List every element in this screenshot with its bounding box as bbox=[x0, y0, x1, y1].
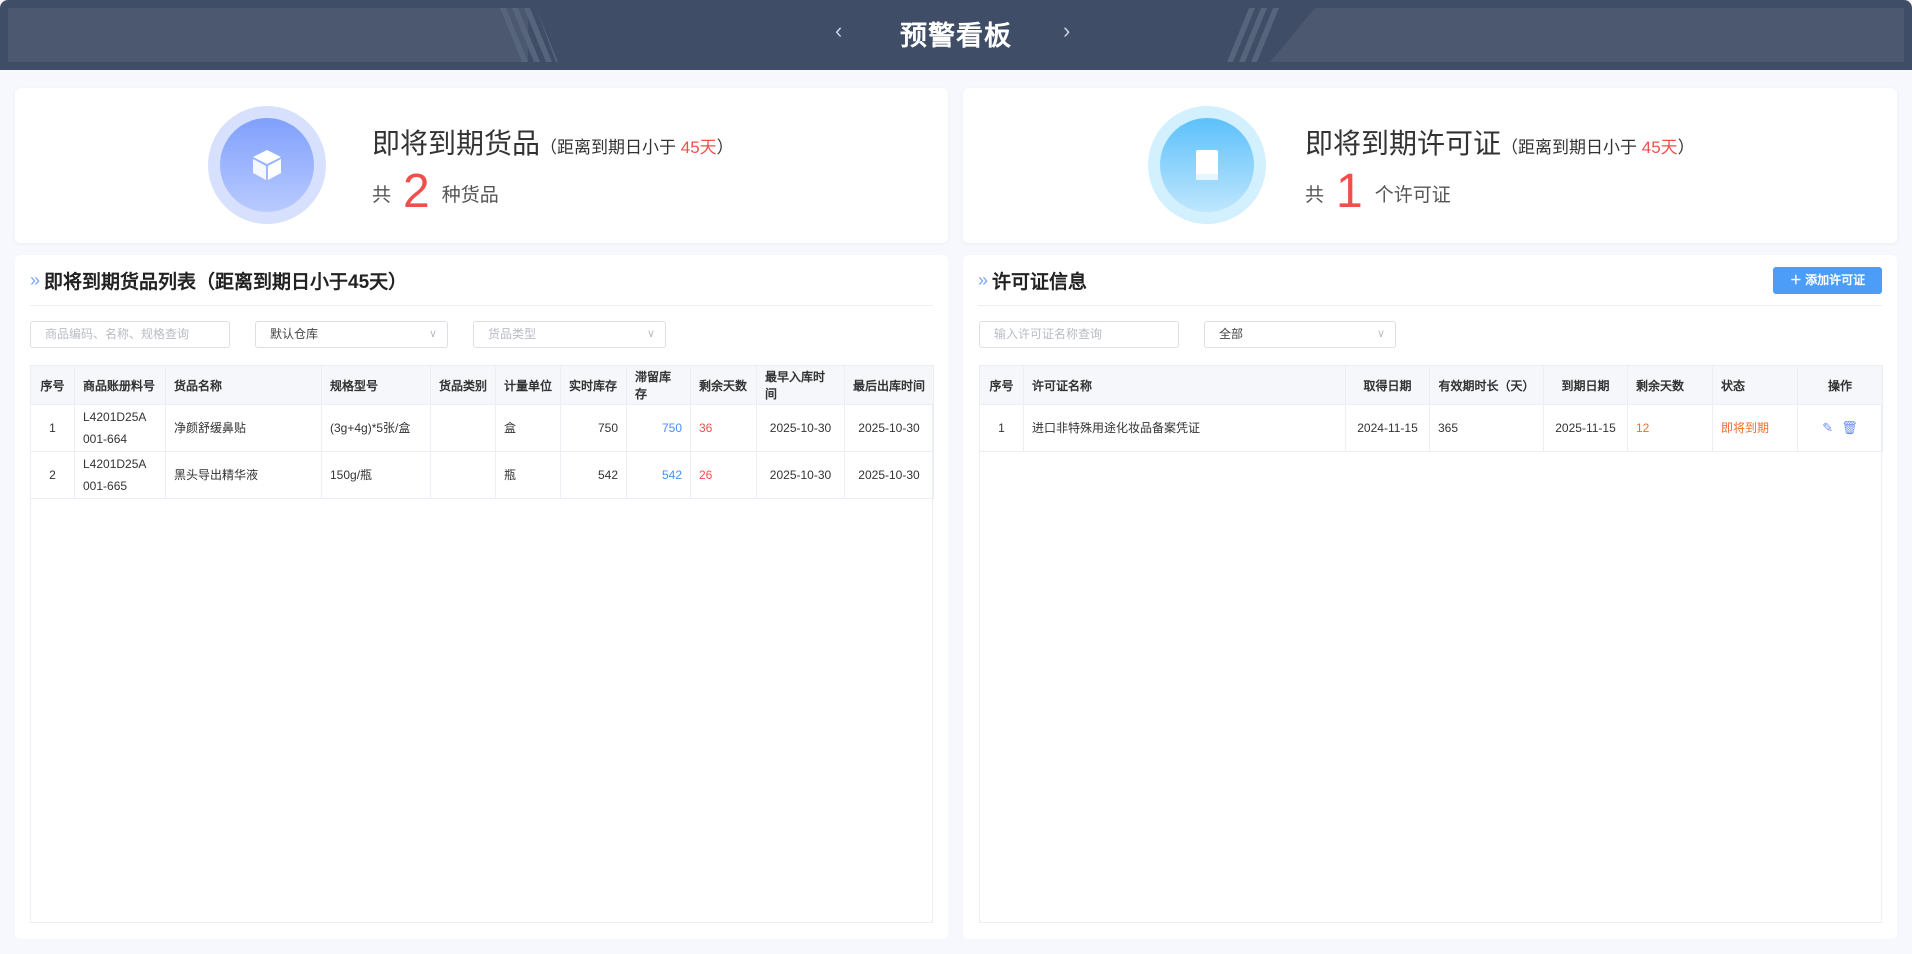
col-header: 剩余天数 bbox=[690, 365, 757, 405]
expiring-goods-card: 即将到期货品（距离到期日小于 45天） 共 2 种货品 bbox=[15, 88, 948, 243]
cell-expiry: 2025-11-15 bbox=[1543, 404, 1628, 452]
col-header: 序号 bbox=[979, 365, 1024, 405]
cell-first-in: 2025-10-30 bbox=[756, 451, 845, 499]
license-table: 序号 许可证名称 取得日期 有效期时长（天） 到期日期 剩余天数 状态 操作 1… bbox=[979, 365, 1883, 452]
cell-unit: 盒 bbox=[495, 404, 561, 452]
col-header: 货品类别 bbox=[430, 365, 496, 405]
col-header: 规格型号 bbox=[321, 365, 431, 405]
col-header: 最早入库时间 bbox=[756, 365, 845, 405]
cell-name: 黑头导出精华液 bbox=[165, 451, 322, 499]
cell-obtained: 2024-11-15 bbox=[1345, 404, 1430, 452]
col-header: 许可证名称 bbox=[1023, 365, 1346, 405]
table-row: 1 进口非特殊用途化妆品备案凭证 2024-11-15 365 2025-11-… bbox=[979, 404, 1883, 452]
table-row: 1 L4201D25A 001-664 净颜舒缓鼻贴 (3g+4g)*5张/盒 盒… bbox=[30, 404, 934, 452]
cell-duration: 365 bbox=[1429, 404, 1544, 452]
goods-icon-circle bbox=[208, 106, 326, 224]
divider bbox=[30, 305, 933, 306]
chevron-right-icon: » bbox=[30, 270, 41, 290]
cell-days: 36 bbox=[690, 404, 757, 452]
status-badge: 即将到期 bbox=[1712, 404, 1798, 452]
table-header: 序号 商品账册料号 货品名称 规格型号 货品类别 计量单位 实时库存 滞留库存 … bbox=[30, 365, 934, 405]
col-header: 商品账册料号 bbox=[74, 365, 166, 405]
cell-days: 26 bbox=[690, 451, 757, 499]
table-row: 2 L4201D25A 001-665 黑头导出精华液 150g/瓶 瓶 542 … bbox=[30, 451, 934, 499]
col-header: 序号 bbox=[30, 365, 75, 405]
license-panel-title: » 许可证信息 bbox=[978, 270, 1088, 293]
col-header: 实时库存 bbox=[560, 365, 627, 405]
goods-search-input[interactable]: 商品编码、名称、规格查询 bbox=[30, 321, 230, 348]
edit-icon[interactable]: ✎ bbox=[1822, 420, 1833, 435]
cell-days: 12 bbox=[1627, 404, 1713, 452]
col-header: 最后出库时间 bbox=[844, 365, 934, 405]
license-icon-circle bbox=[1148, 106, 1266, 224]
cell-no: 2 bbox=[30, 451, 75, 499]
page-title: 预警看板 bbox=[900, 21, 1012, 51]
col-header: 计量单位 bbox=[495, 365, 561, 405]
goods-table: 序号 商品账册料号 货品名称 规格型号 货品类别 计量单位 实时库存 滞留库存 … bbox=[30, 365, 934, 499]
license-panel: » 许可证信息 ＋ 添加许可证 输入许可证名称查询 全部 ∨ 序号 许可证名称 取得… bbox=[963, 255, 1897, 939]
chevron-right-icon: » bbox=[978, 270, 989, 290]
goods-panel-title: » 即将到期货品列表（距离到期日小于45天） bbox=[30, 270, 408, 293]
col-header: 取得日期 bbox=[1345, 365, 1430, 405]
cell-last-out: 2025-10-30 bbox=[844, 404, 934, 452]
plus-icon: ＋ bbox=[1789, 273, 1806, 287]
license-search-input[interactable]: 输入许可证名称查询 bbox=[979, 321, 1179, 348]
expiring-license-card: 即将到期许可证（距离到期日小于 45天） 共 1 个许可证 bbox=[963, 88, 1897, 243]
cell-unit: 瓶 bbox=[495, 451, 561, 499]
cell-actions: ✎ 🗑 bbox=[1797, 404, 1883, 452]
code-line: 001-665 bbox=[83, 479, 128, 493]
cell-stock: 750 bbox=[560, 404, 627, 452]
table-header: 序号 许可证名称 取得日期 有效期时长（天） 到期日期 剩余天数 状态 操作 bbox=[979, 365, 1883, 405]
col-header: 货品名称 bbox=[165, 365, 322, 405]
cell-no: 1 bbox=[979, 404, 1024, 452]
goods-card-title: 即将到期货品（距离到期日小于 45天） bbox=[372, 128, 734, 159]
chevron-right-icon[interactable]: › bbox=[1063, 18, 1070, 44]
divider bbox=[978, 305, 1882, 306]
goods-type-select[interactable]: 货品类型 ∨ bbox=[473, 321, 666, 348]
cell-code: L4201D25A 001-664 bbox=[74, 404, 166, 452]
cell-name: 净颜舒缓鼻贴 bbox=[165, 404, 322, 452]
col-header: 操作 bbox=[1797, 365, 1883, 405]
cell-name: 进口非特殊用途化妆品备案凭证 bbox=[1023, 404, 1346, 452]
license-count: 共 1 个许可证 bbox=[1305, 165, 1451, 218]
title-bar: ‹ 预警看板 › bbox=[0, 0, 1912, 70]
book-icon bbox=[1196, 150, 1218, 180]
code-line: 001-664 bbox=[83, 432, 128, 446]
cell-stock: 542 bbox=[560, 451, 627, 499]
cell-category bbox=[430, 404, 496, 452]
cell-no: 1 bbox=[30, 404, 75, 452]
box-icon bbox=[253, 150, 281, 180]
col-header: 滞留库存 bbox=[626, 365, 691, 405]
cell-spec: (3g+4g)*5张/盒 bbox=[321, 404, 431, 452]
chevron-down-icon: ∨ bbox=[1376, 328, 1385, 340]
cell-spec: 150g/瓶 bbox=[321, 451, 431, 499]
code-line: L4201D25A bbox=[83, 457, 147, 471]
col-header: 有效期时长（天） bbox=[1429, 365, 1544, 405]
goods-count: 共 2 种货品 bbox=[372, 165, 499, 218]
goods-panel: » 即将到期货品列表（距离到期日小于45天） 商品编码、名称、规格查询 默认仓库 ∨… bbox=[15, 255, 948, 939]
code-line: L4201D25A bbox=[83, 410, 147, 424]
cell-code: L4201D25A 001-665 bbox=[74, 451, 166, 499]
chevron-down-icon: ∨ bbox=[428, 328, 437, 340]
add-license-button[interactable]: ＋ 添加许可证 bbox=[1773, 267, 1882, 294]
col-header: 状态 bbox=[1712, 365, 1798, 405]
col-header: 到期日期 bbox=[1543, 365, 1628, 405]
col-header: 剩余天数 bbox=[1627, 365, 1713, 405]
cell-stale: 750 bbox=[626, 404, 691, 452]
license-card-title: 即将到期许可证（距离到期日小于 45天） bbox=[1305, 128, 1695, 159]
cell-category bbox=[430, 451, 496, 499]
cell-stale: 542 bbox=[626, 451, 691, 499]
status-select[interactable]: 全部 ∨ bbox=[1204, 321, 1396, 348]
chevron-down-icon: ∨ bbox=[646, 328, 655, 340]
trash-icon[interactable]: 🗑 bbox=[1841, 420, 1858, 435]
cell-first-in: 2025-10-30 bbox=[756, 404, 845, 452]
cell-last-out: 2025-10-30 bbox=[844, 451, 934, 499]
warehouse-select[interactable]: 默认仓库 ∨ bbox=[255, 321, 448, 348]
